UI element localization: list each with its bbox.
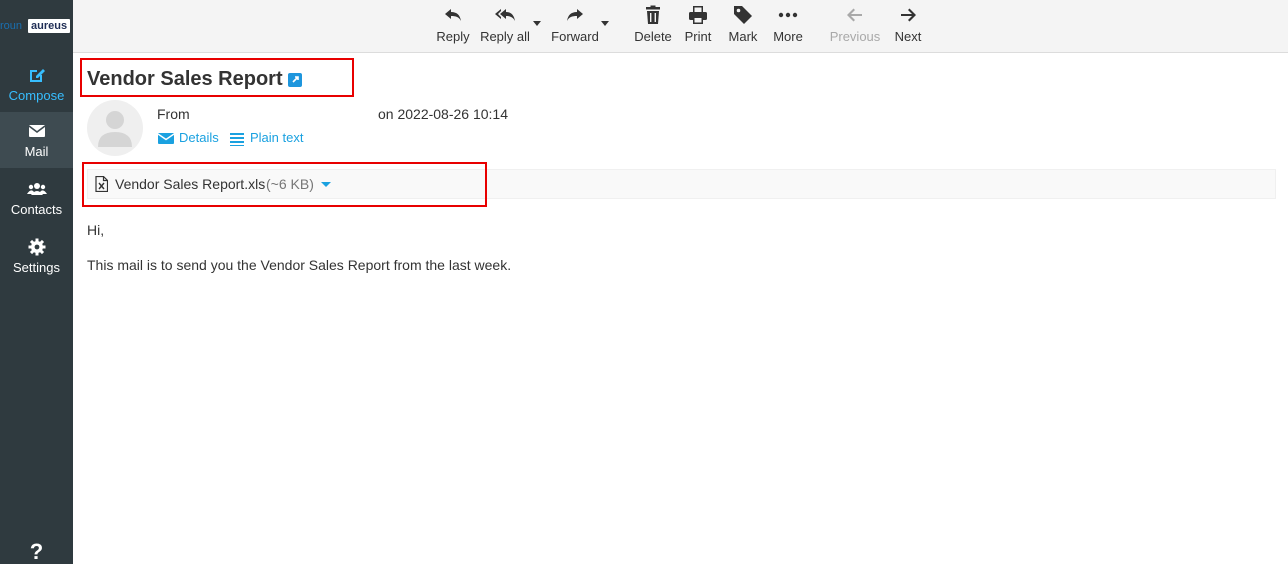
- message-greeting: Hi,: [87, 222, 105, 238]
- compose-icon: [29, 69, 45, 82]
- nav-compose-label: Compose: [8, 88, 65, 103]
- mark-label: Mark: [728, 29, 758, 44]
- attachment-name[interactable]: Vendor Sales Report.xls: [115, 176, 265, 192]
- tag-icon: [734, 6, 752, 24]
- print-label: Print: [684, 29, 712, 44]
- mark-button[interactable]: Mark: [725, 0, 761, 53]
- nav-settings[interactable]: Settings: [0, 228, 73, 284]
- details-label: Details: [179, 130, 219, 145]
- nav-settings-label: Settings: [13, 260, 60, 275]
- plain-text-label: Plain text: [250, 130, 304, 145]
- from-label: From: [157, 106, 190, 122]
- forward-label: Forward: [551, 29, 599, 44]
- reply-all-dropdown[interactable]: [533, 21, 541, 26]
- nav-mail[interactable]: Mail: [0, 112, 73, 168]
- message-body-text: This mail is to send you the Vendor Sale…: [87, 257, 512, 273]
- logo-text: aureus: [28, 19, 71, 33]
- more-label: More: [773, 29, 803, 44]
- more-icon: [778, 12, 798, 18]
- reply-all-button[interactable]: Reply all: [480, 0, 530, 53]
- plain-text-link[interactable]: Plain text: [230, 130, 306, 148]
- print-button[interactable]: Print: [680, 0, 716, 53]
- details-link[interactable]: Details: [158, 130, 220, 148]
- reply-all-label: Reply all: [480, 29, 530, 44]
- forward-dropdown[interactable]: [601, 21, 609, 26]
- message-date: on 2022-08-26 10:14: [378, 106, 508, 122]
- nav-mail-label: Mail: [24, 144, 49, 159]
- forward-button[interactable]: Forward: [550, 0, 600, 53]
- message-subject: Vendor Sales Report: [87, 68, 283, 90]
- reply-all-icon: [495, 9, 515, 21]
- arrow-left-icon: [847, 8, 862, 22]
- gear-icon: [28, 238, 45, 256]
- envelope-icon: [158, 133, 174, 144]
- user-avatar-icon: [98, 111, 132, 147]
- attachment-size: (~6 KB): [266, 176, 314, 192]
- envelope-icon: [28, 125, 45, 137]
- arrow-right-icon: [901, 8, 916, 22]
- message-toolbar: Reply Reply all Forward Delete Print Mar…: [73, 0, 1288, 53]
- open-in-new-window-icon[interactable]: [288, 73, 302, 87]
- contacts-icon: [26, 183, 47, 195]
- logo-prefix: roun: [0, 20, 23, 32]
- delete-button[interactable]: Delete: [632, 0, 674, 53]
- avatar: [87, 100, 143, 156]
- reply-icon: [445, 9, 461, 21]
- more-button[interactable]: More: [769, 0, 807, 53]
- previous-button[interactable]: Previous: [829, 0, 881, 53]
- nav-contacts-label: Contacts: [10, 202, 63, 217]
- next-label: Next: [894, 29, 922, 44]
- next-button[interactable]: Next: [890, 0, 926, 53]
- attachment-menu-chevron-down-icon[interactable]: [321, 182, 331, 187]
- printer-icon: [689, 6, 707, 24]
- sidebar: roun aureus Compose Mail Contacts Settin…: [0, 0, 73, 564]
- nav-compose[interactable]: Compose: [0, 56, 73, 112]
- delete-label: Delete: [634, 29, 672, 44]
- app-logo: roun aureus: [0, 18, 73, 34]
- reply-label: Reply: [436, 29, 470, 44]
- list-lines-icon: [230, 133, 244, 146]
- external-link-icon: [292, 76, 299, 83]
- nav-contacts[interactable]: Contacts: [0, 170, 73, 226]
- excel-file-icon: [95, 176, 108, 192]
- trash-icon: [646, 5, 660, 24]
- previous-label: Previous: [829, 29, 881, 44]
- help-button[interactable]: ?: [0, 540, 73, 564]
- forward-icon: [567, 9, 583, 21]
- reply-button[interactable]: Reply: [433, 0, 473, 53]
